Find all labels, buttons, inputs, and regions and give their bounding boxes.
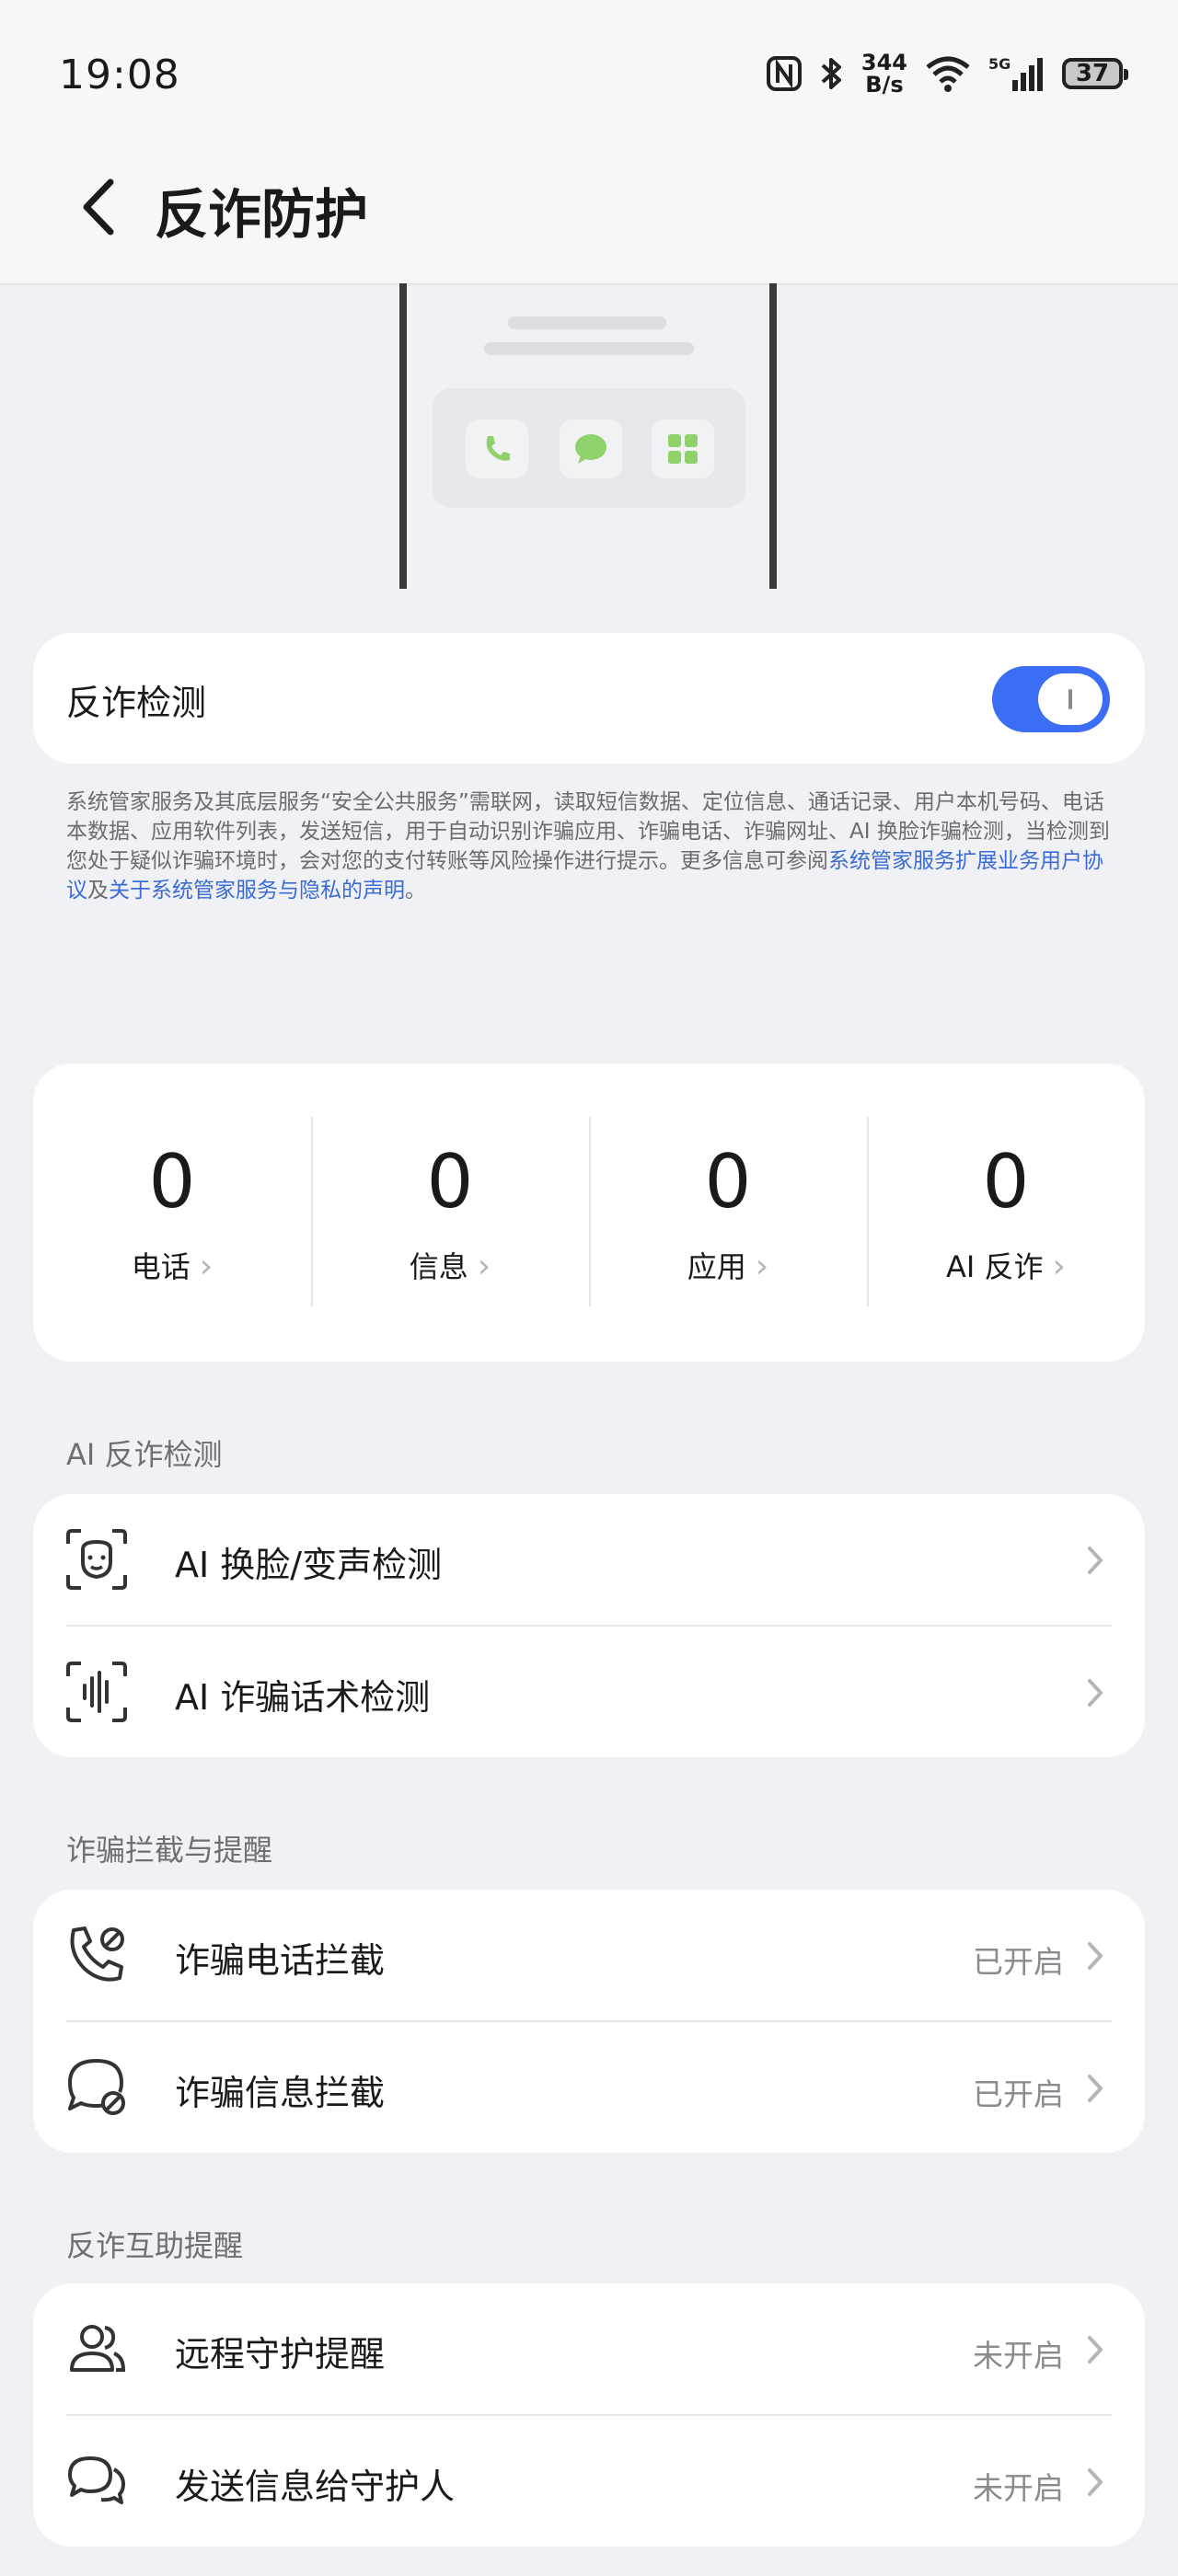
row-label: 诈骗电话拦截 xyxy=(175,1940,386,1981)
row-status: 未开启 xyxy=(973,2470,1064,2506)
detection-label: 反诈检测 xyxy=(66,683,207,723)
stat-app[interactable]: 0 应用 › xyxy=(589,1064,867,1362)
battery-icon: 37 xyxy=(1062,58,1128,89)
status-icons: 344 B/s 5G 37 xyxy=(766,52,1128,96)
net-speed-value: 344 xyxy=(860,50,907,75)
row-script-detection[interactable]: AI 诈骗话术检测 xyxy=(33,1627,1145,1757)
stat-label: 应用 › xyxy=(589,1244,867,1286)
svg-text:5G: 5G xyxy=(988,55,1011,73)
stat-value: 0 xyxy=(704,1139,752,1225)
section-title-block: 诈骗拦截与提醒 xyxy=(66,1833,273,1868)
stat-label-text: AI 反诈 xyxy=(946,1249,1044,1284)
chevron-right-icon xyxy=(1088,2336,1103,2363)
chat-bubbles-icon xyxy=(68,2456,125,2504)
chevron-right-icon: › xyxy=(755,1248,769,1285)
row-label: 远程守护提醒 xyxy=(175,2334,386,2375)
phone-block-icon xyxy=(70,1926,124,1982)
illustration-bar xyxy=(508,316,666,329)
notice-joiner: 及 xyxy=(87,879,109,903)
row-fraud-message-block[interactable]: 诈骗信息拦截 已开启 xyxy=(33,2022,1145,2153)
section-title-ai: AI 反诈检测 xyxy=(66,1437,223,1472)
chevron-right-icon xyxy=(1088,2075,1103,2102)
row-fraud-call-block[interactable]: 诈骗电话拦截 已开启 xyxy=(33,1890,1145,2020)
stat-ai[interactable]: 0 AI 反诈 › xyxy=(867,1064,1145,1362)
chevron-right-icon xyxy=(1088,1679,1103,1707)
guardians-icon xyxy=(70,2325,126,2372)
notice-end: 。 xyxy=(405,879,426,903)
stat-label-text: 应用 xyxy=(687,1249,746,1284)
chevron-right-icon xyxy=(1088,1942,1103,1970)
message-block-icon xyxy=(68,2059,125,2115)
voice-scan-icon xyxy=(66,1662,127,1722)
cellular-5g-icon: 5G xyxy=(988,55,1043,91)
fraud-block-card: 诈骗电话拦截 已开启 诈骗信息拦截 已开启 xyxy=(33,1890,1145,2153)
chevron-right-icon: › xyxy=(1052,1248,1066,1285)
ai-detection-card: AI 换脸/变声检测 AI 诈骗话术检测 xyxy=(33,1494,1145,1757)
illustration-bar xyxy=(484,342,694,355)
wifi-icon xyxy=(926,56,970,92)
toggle-knob[interactable] xyxy=(1038,673,1103,725)
row-label: AI 诈骗话术检测 xyxy=(175,1677,431,1718)
stat-value: 0 xyxy=(982,1139,1030,1225)
nfc-icon xyxy=(766,56,802,91)
row-remote-guard[interactable]: 远程守护提醒 未开启 xyxy=(33,2283,1145,2414)
stat-label-text: 信息 xyxy=(409,1249,468,1284)
apps-icon xyxy=(652,420,714,478)
face-scan-icon xyxy=(66,1529,127,1590)
chevron-right-icon: › xyxy=(477,1248,491,1285)
net-speed-unit: B/s xyxy=(865,72,904,98)
status-time: 19:08 xyxy=(59,52,180,98)
row-label: 发送信息给守护人 xyxy=(175,2467,456,2507)
row-send-to-guardian[interactable]: 发送信息给守护人 未开启 xyxy=(33,2416,1145,2547)
guardian-card: 远程守护提醒 未开启 发送信息给守护人 未开启 xyxy=(33,2283,1145,2547)
row-status: 已开启 xyxy=(973,2076,1064,2112)
stat-message[interactable]: 0 信息 › xyxy=(311,1064,589,1362)
stat-value: 0 xyxy=(148,1139,196,1225)
page-title: 反诈防护 xyxy=(155,183,369,246)
section-title-guardian: 反诈互助提醒 xyxy=(66,2228,244,2263)
chevron-right-icon xyxy=(1088,1547,1103,1574)
row-label: AI 换脸/变声检测 xyxy=(175,1545,443,1585)
privacy-statement-link[interactable]: 关于系统管家服务与隐私的声明 xyxy=(109,879,405,903)
row-status: 未开启 xyxy=(973,2338,1064,2374)
chevron-right-icon xyxy=(1088,2468,1103,2496)
stat-value: 0 xyxy=(426,1139,474,1225)
stat-label-text: 电话 xyxy=(131,1249,191,1284)
privacy-notice: 系统管家服务及其底层服务“安全公共服务”需联网，读取短信数据、定位信息、通话记录… xyxy=(66,788,1123,905)
row-label: 诈骗信息拦截 xyxy=(175,2073,386,2113)
stat-label: 信息 › xyxy=(311,1244,589,1286)
row-status: 已开启 xyxy=(973,1944,1064,1980)
back-icon[interactable] xyxy=(75,175,121,239)
chevron-right-icon: › xyxy=(199,1248,214,1285)
stat-phone[interactable]: 0 电话 › xyxy=(33,1064,311,1362)
row-face-voice-detection[interactable]: AI 换脸/变声检测 xyxy=(33,1494,1145,1625)
phone-icon xyxy=(466,420,528,478)
stat-label: AI 反诈 › xyxy=(867,1244,1145,1286)
message-icon xyxy=(560,420,622,478)
net-speed: 344 B/s xyxy=(861,52,907,96)
stat-label: 电话 › xyxy=(33,1244,311,1286)
bluetooth-icon xyxy=(821,58,841,89)
